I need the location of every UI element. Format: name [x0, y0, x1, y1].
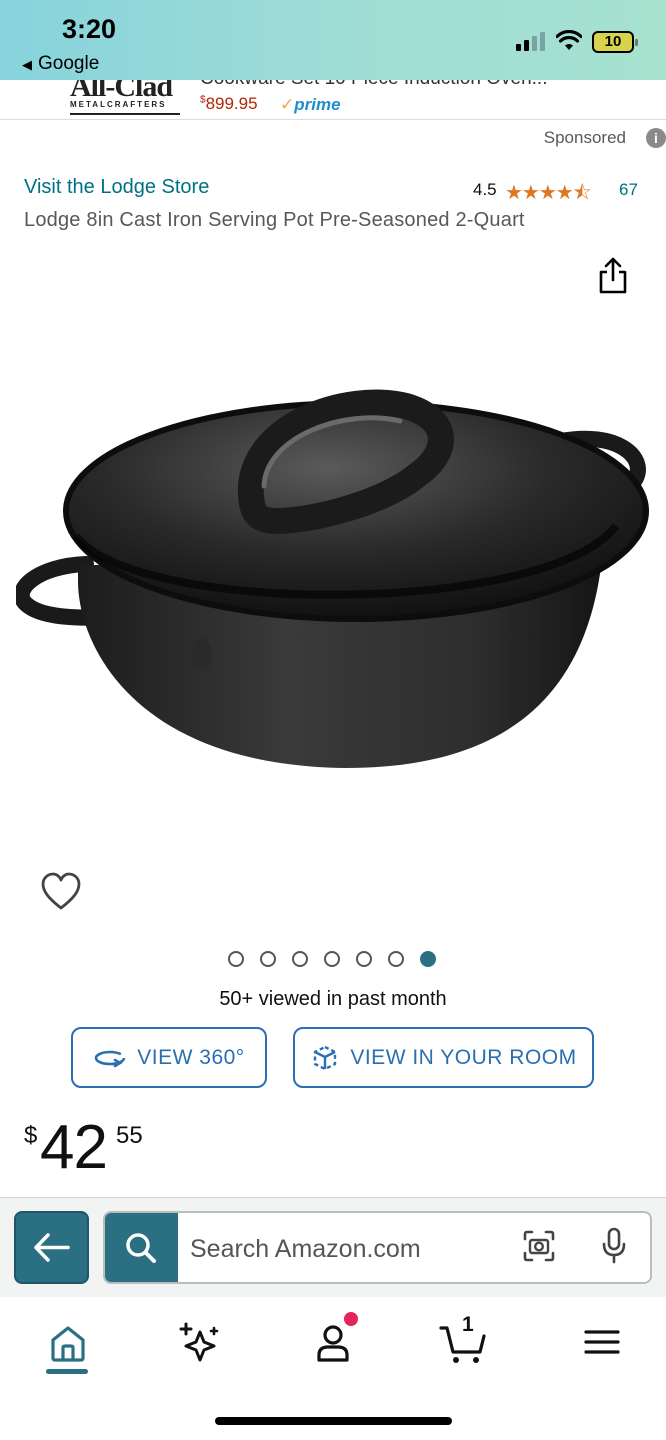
search-icon [126, 1233, 156, 1263]
back-button[interactable] [14, 1211, 89, 1284]
image-dot-7[interactable] [420, 951, 436, 967]
camera-search-icon[interactable] [522, 1229, 556, 1263]
prime-label: prime [294, 95, 341, 114]
rating-value: 4.5 [473, 180, 497, 199]
wishlist-heart-icon[interactable] [40, 872, 82, 912]
view-in-room-label: VIEW IN YOUR ROOM [350, 1045, 577, 1069]
prime-badge: ✓prime [280, 95, 341, 115]
back-app-label: Google [38, 53, 100, 74]
product-title: Lodge 8in Cast Iron Serving Pot Pre-Seas… [24, 209, 525, 231]
notification-dot [344, 1312, 358, 1326]
home-tab-icon[interactable] [43, 1318, 93, 1368]
image-pagination[interactable] [228, 951, 436, 967]
info-icon[interactable]: i [646, 128, 666, 148]
image-dot-5[interactable] [356, 951, 372, 967]
ad-title: Cookware Set 10 Piece Induction Oven... [200, 80, 547, 90]
back-arrow-icon [34, 1233, 70, 1262]
viewed-count-text: 50+ viewed in past month [219, 988, 447, 1010]
back-to-app-link[interactable]: ◀ Google [22, 53, 99, 75]
ad-price-value: 899.95 [205, 94, 258, 113]
cart-count: 1 [462, 1313, 474, 1336]
back-triangle-icon: ◀ [22, 57, 32, 72]
view-in-room-button[interactable]: VIEW IN YOUR ROOM [293, 1027, 594, 1088]
status-time: 3:20 [62, 14, 117, 44]
home-indicator [215, 1417, 452, 1425]
menu-hamburger-icon[interactable] [578, 1318, 628, 1368]
rating-stars[interactable]: ★★★★⯪ [505, 178, 592, 212]
view-360-label: VIEW 360° [137, 1045, 245, 1069]
ar-cube-icon [314, 1045, 337, 1070]
image-dot-1[interactable] [228, 951, 244, 967]
sponsored-ad-banner[interactable]: All-Clad METALCRAFTERS Cookware Set 10 P… [0, 80, 666, 120]
ad-price: $899.95 [200, 94, 258, 114]
rufus-sparkle-icon[interactable] [176, 1318, 226, 1368]
search-button[interactable] [105, 1213, 178, 1282]
rotate-360-icon [94, 1050, 126, 1067]
share-icon[interactable] [596, 256, 630, 296]
image-dot-2[interactable] [260, 951, 276, 967]
price-whole: 42 [40, 1113, 108, 1182]
wifi-icon [556, 30, 582, 50]
rating-count-link[interactable]: 67 [619, 180, 638, 200]
price-currency: $ [24, 1122, 38, 1149]
ad-logo-underline [70, 113, 180, 115]
search-input[interactable] [190, 1232, 510, 1266]
cellular-signal-icon [516, 31, 546, 51]
microphone-icon[interactable] [600, 1227, 628, 1265]
ad-brand-sub: METALCRAFTERS [70, 100, 167, 109]
battery-indicator: 10 [592, 31, 638, 53]
product-image[interactable] [16, 386, 656, 776]
image-dot-6[interactable] [388, 951, 404, 967]
home-tab-active-indicator [46, 1369, 88, 1374]
price-fraction: 55 [116, 1122, 143, 1149]
sponsored-label: Sponsored [543, 128, 626, 147]
view-360-button[interactable]: VIEW 360° [71, 1027, 267, 1088]
visit-store-link[interactable]: Visit the Lodge Store [24, 176, 209, 199]
image-dot-3[interactable] [292, 951, 308, 967]
prime-check-icon: ✓ [280, 95, 295, 114]
image-dot-4[interactable] [324, 951, 340, 967]
